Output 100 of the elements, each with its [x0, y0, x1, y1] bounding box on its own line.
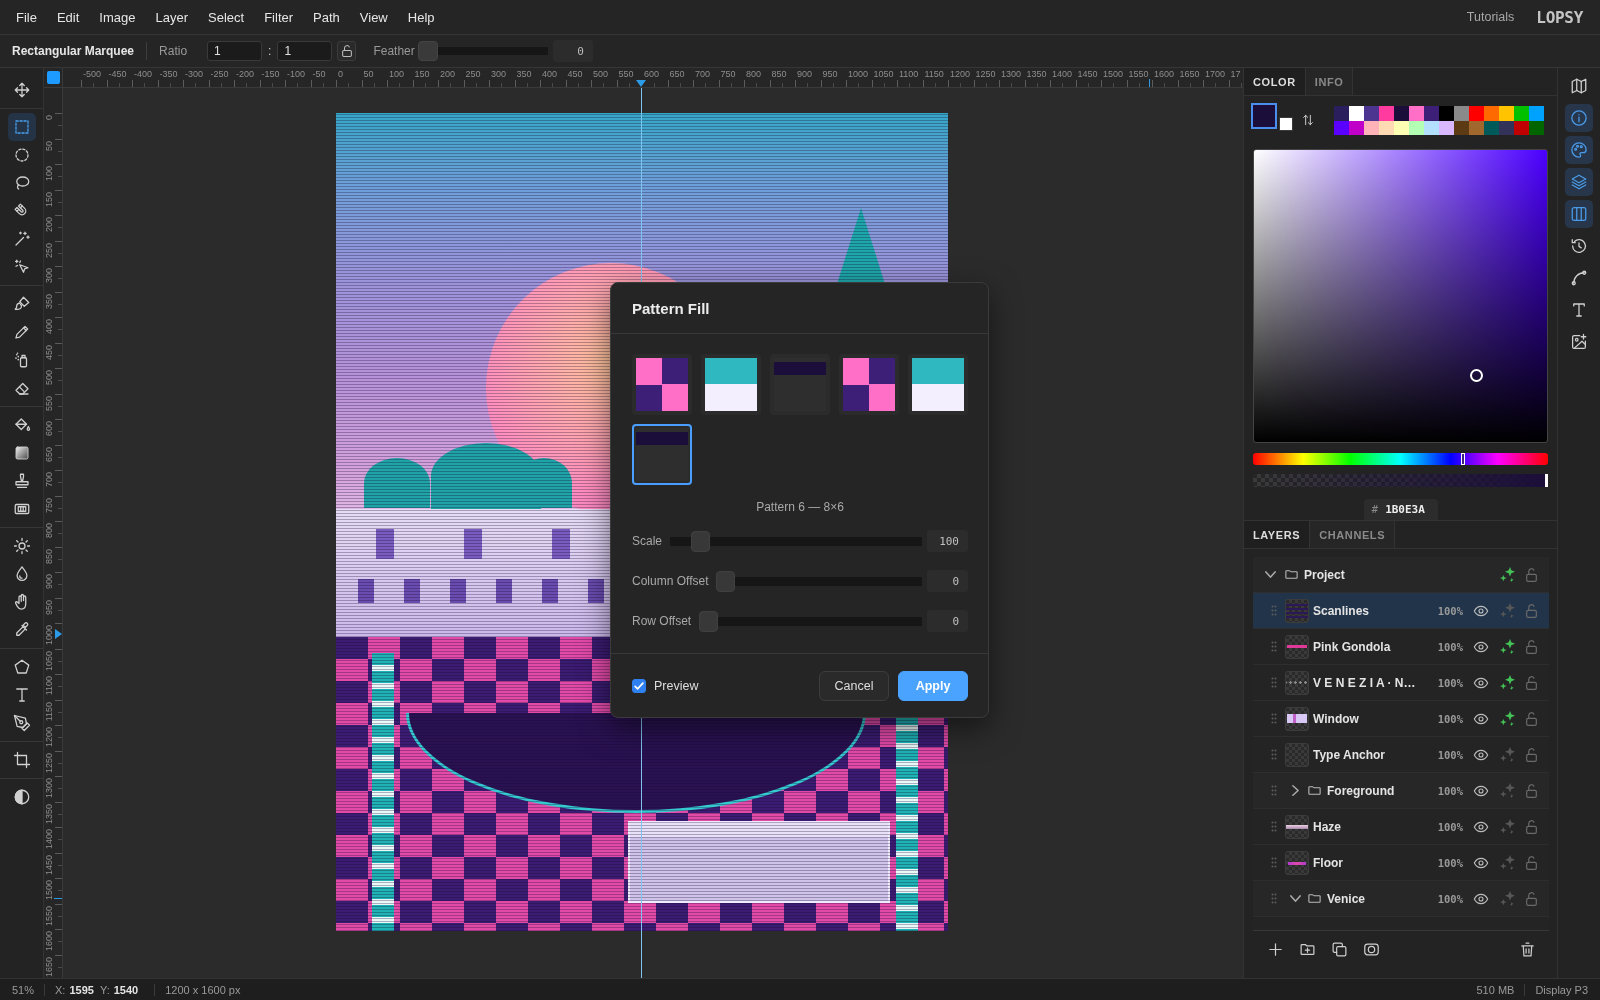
- color-swatch[interactable]: [1499, 106, 1514, 121]
- value-field[interactable]: 0: [927, 570, 968, 592]
- layer-row[interactable]: V E N E Z I A · N… 100%: [1253, 665, 1549, 701]
- layer-row[interactable]: Scanlines 100%: [1253, 593, 1549, 629]
- ruler-label: 750: [720, 70, 736, 79]
- color-swatch[interactable]: [1484, 106, 1499, 121]
- ruler-label: 1550: [1128, 70, 1149, 79]
- chevron-right-icon[interactable]: [1292, 785, 1299, 796]
- panel-tab[interactable]: LAYERS: [1244, 521, 1311, 548]
- hue-slider[interactable]: [1253, 453, 1548, 465]
- color-swatch[interactable]: [1454, 106, 1469, 121]
- panel-button[interactable]: [1565, 200, 1593, 228]
- slider-thumb[interactable]: [699, 610, 719, 632]
- cancel-button[interactable]: Cancel: [819, 670, 889, 701]
- menu-item[interactable]: Layer: [145, 5, 199, 29]
- panel-button[interactable]: [1565, 168, 1593, 196]
- ruler-label: 650: [45, 446, 54, 462]
- pattern-tile[interactable]: [632, 424, 692, 485]
- color-swatch[interactable]: [1529, 106, 1544, 121]
- color-swatch[interactable]: [1379, 106, 1394, 121]
- color-swatch[interactable]: [1439, 106, 1454, 121]
- value-field[interactable]: 100: [927, 530, 968, 552]
- panel-button[interactable]: [1565, 104, 1593, 132]
- color-swatch[interactable]: [1409, 106, 1424, 121]
- grip-icon[interactable]: [1271, 677, 1277, 688]
- grip-icon[interactable]: [1271, 605, 1277, 616]
- menu-item[interactable]: Path: [303, 5, 350, 29]
- ruler-label: -400: [134, 70, 152, 79]
- ruler-label: 1450: [1077, 70, 1098, 79]
- menu-item[interactable]: View: [349, 5, 398, 29]
- cursor-marker: [1149, 79, 1151, 87]
- sparkle-icon[interactable]: [1499, 675, 1515, 690]
- sparkle-icon[interactable]: [1499, 711, 1515, 726]
- lock-ratio-button[interactable]: [337, 41, 357, 61]
- ruler-label: 700: [695, 70, 711, 79]
- color-swatch[interactable]: [1364, 106, 1379, 121]
- menu-item[interactable]: Help: [397, 5, 445, 29]
- padlock-icon[interactable]: [1525, 855, 1537, 870]
- ruler-label: 400: [542, 70, 558, 79]
- padlock-icon[interactable]: [1525, 747, 1537, 762]
- slider-thumb[interactable]: [716, 570, 736, 592]
- menu-item[interactable]: Image: [89, 5, 146, 29]
- chevron-down-icon[interactable]: [1265, 571, 1276, 578]
- ratio-height-field[interactable]: 1: [277, 41, 333, 61]
- panel-button[interactable]: [1565, 136, 1593, 164]
- ruler-label: 17: [1230, 70, 1241, 79]
- padlock-icon[interactable]: [1525, 783, 1537, 798]
- stamp-icon: [12, 472, 31, 490]
- ratio-width-field[interactable]: 1: [207, 41, 263, 61]
- padlock-icon[interactable]: [1525, 567, 1537, 582]
- square-icon[interactable]: [46, 71, 60, 84]
- grip-icon[interactable]: [1271, 713, 1277, 724]
- feather-value-field[interactable]: 0: [552, 40, 593, 62]
- panel-tab[interactable]: COLOR: [1244, 68, 1306, 95]
- layer-row[interactable]: Haze 100%: [1253, 809, 1549, 845]
- padlock-icon[interactable]: [1525, 639, 1537, 654]
- cursor-marker: [54, 898, 62, 900]
- slider-thumb[interactable]: [1545, 474, 1548, 487]
- chevron-down-icon[interactable]: [1290, 895, 1301, 902]
- grip-icon[interactable]: [1271, 857, 1277, 868]
- alpha-slider[interactable]: [1253, 474, 1548, 487]
- slider-thumb[interactable]: [691, 530, 710, 552]
- menu-item[interactable]: File: [6, 5, 47, 29]
- coordinate-value: 1540: [113, 983, 139, 996]
- layer-name: Scanlines: [1313, 603, 1371, 618]
- color-swatch[interactable]: [1514, 106, 1529, 121]
- guide-marker-icon[interactable]: [636, 80, 646, 87]
- hex-field[interactable]: # 1B0E3A: [1363, 499, 1438, 520]
- color-swatch[interactable]: [1424, 106, 1439, 121]
- grip-icon[interactable]: [1271, 641, 1277, 652]
- value-field[interactable]: 0: [927, 610, 968, 632]
- swap-icon[interactable]: [1301, 113, 1315, 127]
- layer-row[interactable]: Window 100%: [1253, 701, 1549, 737]
- guide-marker-icon[interactable]: [55, 629, 62, 639]
- grip-icon[interactable]: [1271, 821, 1277, 832]
- color-swatch[interactable]: [1394, 106, 1409, 121]
- preview-checkbox[interactable]: [632, 678, 646, 693]
- background-swatch[interactable]: [1279, 117, 1293, 131]
- sparkle-icon[interactable]: [1499, 639, 1515, 654]
- slider-thumb[interactable]: [417, 41, 438, 61]
- color-swatch[interactable]: [1349, 106, 1364, 121]
- padlock-icon[interactable]: [1525, 819, 1537, 834]
- menu-item[interactable]: Edit: [46, 5, 90, 29]
- color-swatch[interactable]: [1334, 106, 1349, 121]
- foreground-swatch[interactable]: [1251, 103, 1277, 129]
- dashed-square-icon: [12, 118, 31, 136]
- sparkle-icon[interactable]: [1499, 567, 1515, 582]
- grip-icon[interactable]: [1271, 893, 1277, 904]
- padlock-icon[interactable]: [1525, 891, 1537, 906]
- color-swatch[interactable]: [1469, 106, 1484, 121]
- tutorials-link[interactable]: Tutorials: [1466, 10, 1515, 24]
- color-field[interactable]: [1253, 149, 1548, 443]
- padlock-icon[interactable]: [1525, 711, 1537, 726]
- grip-icon[interactable]: [1271, 749, 1277, 760]
- padlock-icon[interactable]: [1525, 675, 1537, 690]
- menu-item[interactable]: Select: [198, 5, 255, 29]
- menu-item[interactable]: Filter: [254, 5, 304, 29]
- layer-row[interactable]: Pink Gondola 100%: [1253, 629, 1549, 665]
- picker-ring-icon[interactable]: [1469, 369, 1483, 383]
- grip-icon[interactable]: [1271, 785, 1277, 796]
